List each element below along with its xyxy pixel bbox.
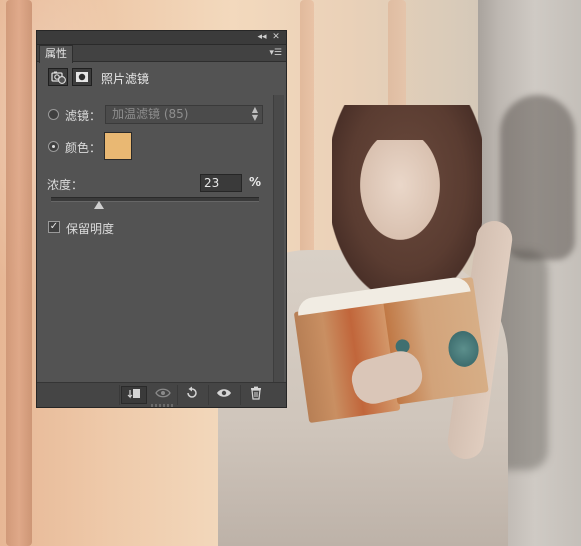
- filter-select-value: 加温滤镜 (85): [112, 107, 189, 121]
- density-slider-track[interactable]: [51, 197, 259, 202]
- panel-menu-icon[interactable]: ▾☰: [269, 47, 282, 59]
- properties-panel: ◂◂ ✕ 属性 ▾☰ 照片滤镜 滤镜： 加温滤镜 (85) ▲ ▼ 颜色： 浓度…: [36, 30, 287, 408]
- adjustment-title: 照片滤镜: [101, 72, 150, 86]
- close-icon[interactable]: ✕: [269, 31, 283, 44]
- reset-icon[interactable]: [179, 386, 205, 404]
- filter-label: 滤镜：: [65, 109, 102, 123]
- updown-arrow-icon: ▲ ▼: [251, 105, 258, 122]
- clip-to-layer-icon[interactable]: [121, 386, 147, 404]
- density-label: 浓度：: [47, 178, 84, 192]
- tree-trunk: [6, 0, 32, 546]
- panel-resize-grip[interactable]: [151, 404, 175, 407]
- color-radio[interactable]: [48, 141, 59, 152]
- panel-footer: [37, 382, 286, 407]
- color-label: 颜色：: [65, 141, 102, 155]
- color-swatch[interactable]: [104, 132, 132, 160]
- tree-trunk: [388, 0, 406, 120]
- layer-mask-icon[interactable]: [72, 68, 92, 86]
- filter-radio[interactable]: [48, 109, 59, 120]
- density-unit: %: [249, 175, 262, 189]
- density-slider-thumb[interactable]: [93, 201, 104, 209]
- woman-face: [360, 140, 440, 240]
- density-input[interactable]: 23: [200, 174, 242, 192]
- panel-tabbar: 属性 ▾☰: [37, 45, 286, 63]
- adjustment-content: 滤镜： 加温滤镜 (85) ▲ ▼ 颜色： 浓度： 23 % ✓ 保留明度: [37, 95, 272, 382]
- filter-select[interactable]: 加温滤镜 (85) ▲ ▼: [105, 105, 263, 124]
- panel-scrollbar[interactable]: [273, 95, 284, 382]
- adjustment-header: 照片滤镜: [37, 62, 286, 92]
- preserve-luminosity-label: 保留明度: [66, 222, 115, 236]
- view-previous-state-icon[interactable]: [150, 386, 176, 404]
- tab-properties[interactable]: 属性: [39, 45, 73, 63]
- panel-titlebar[interactable]: ◂◂ ✕: [37, 31, 286, 45]
- photo-filter-adjustment-icon[interactable]: [48, 68, 68, 86]
- open-book: [292, 273, 490, 427]
- preserve-luminosity-checkbox[interactable]: ✓: [48, 221, 60, 233]
- double-chevron-left-icon[interactable]: ◂◂: [255, 31, 269, 44]
- delete-trash-icon[interactable]: [243, 386, 269, 404]
- visibility-eye-icon[interactable]: [211, 386, 237, 404]
- tree-trunk: [300, 0, 314, 280]
